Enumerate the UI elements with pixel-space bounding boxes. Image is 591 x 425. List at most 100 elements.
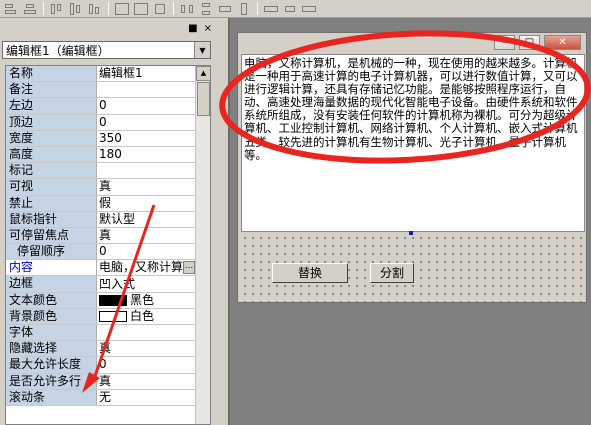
same-height-icon[interactable] [236, 2, 252, 16]
property-row[interactable]: 最大允许长度 0 [6, 357, 196, 374]
toolbar-separator [43, 2, 44, 15]
property-name: 文本颜色 [6, 292, 97, 308]
property-name: 高度 [6, 146, 97, 163]
increase-spacing-icon[interactable] [263, 2, 279, 16]
property-row[interactable]: 鼠标指针 默认型 [6, 211, 196, 228]
maximize-button[interactable]: □ [519, 35, 540, 50]
component-selector[interactable]: 编辑框1（编辑框） ▼ [2, 41, 211, 59]
pin-icon[interactable]: ■ [188, 24, 197, 34]
align-bottom-icon[interactable] [87, 2, 103, 16]
property-value[interactable]: 凹入式 [97, 276, 196, 292]
center-horizontal-icon[interactable] [114, 2, 130, 16]
split-button[interactable]: 分割 [370, 263, 414, 283]
property-name: 最大允许长度 [6, 357, 97, 373]
property-row[interactable]: 背景颜色 白色 [6, 308, 196, 325]
align-center-icon[interactable] [22, 2, 38, 16]
minimize-button[interactable]: – [494, 35, 515, 50]
property-value[interactable]: 0 [97, 98, 196, 114]
property-row[interactable]: 边框 凹入式 [6, 276, 196, 293]
property-value-text: 假 [99, 195, 112, 210]
property-row[interactable]: 宽度 350 [6, 130, 196, 147]
property-value[interactable]: 0 [97, 244, 196, 260]
property-value[interactable]: 真 [97, 227, 196, 244]
property-row[interactable]: 顶边 0 [6, 114, 196, 131]
property-grid-scrollbar[interactable]: ▲ [195, 66, 210, 424]
property-name: 是否允许多行 [6, 373, 97, 389]
property-row[interactable]: 左边 0 [6, 98, 196, 115]
property-value-text: 0 [99, 357, 107, 372]
property-name: 停留顺序 [6, 244, 97, 260]
property-value[interactable]: 180 [97, 146, 196, 163]
property-row[interactable]: 可停留焦点真 [6, 227, 196, 245]
same-width-icon[interactable] [217, 2, 233, 16]
property-value[interactable] [97, 82, 196, 98]
resize-handle[interactable] [409, 231, 413, 235]
toolbar-separator [257, 2, 258, 15]
property-value[interactable]: 真 [97, 179, 196, 195]
property-value-text: 真 [99, 341, 112, 356]
property-value[interactable]: 0 [97, 114, 196, 130]
property-value-text: 真 [99, 179, 112, 194]
panel-header: ■ × [0, 18, 216, 40]
property-value-text: 黑色 [130, 292, 155, 307]
property-name: 可视 [6, 179, 97, 195]
property-value[interactable]: 白色 [97, 308, 196, 324]
property-value[interactable]: 默认型 [97, 211, 196, 227]
toolbar-separator [173, 2, 174, 15]
property-row[interactable]: 隐藏选择真 [6, 341, 196, 358]
property-value-text: 真 [99, 373, 112, 388]
center-vertical-icon[interactable] [133, 2, 149, 16]
property-name: 名称 [6, 66, 97, 82]
property-value[interactable]: 电脑，又称计算... [97, 260, 196, 276]
property-row[interactable]: 备注 [6, 82, 196, 99]
property-row[interactable]: 字体 [6, 325, 196, 342]
form-window[interactable]: – □ ✕ 电脑，又称计算机，是机械的一种，现在使用的越来越多。计算机是一种用于… [237, 32, 587, 303]
property-value[interactable]: 编辑框1 [97, 66, 196, 82]
ellipsis-button[interactable]: ... [183, 261, 195, 275]
scroll-up-icon[interactable]: ▲ [196, 66, 210, 81]
space-vertical-icon[interactable] [198, 2, 214, 16]
property-row[interactable]: 名称 编辑框1 [6, 66, 196, 83]
property-row[interactable]: 高度 180 [6, 146, 196, 164]
property-value-text: 凹入式 [99, 276, 136, 291]
property-name: 禁止 [6, 195, 97, 211]
property-row[interactable]: 是否允许多行真 [6, 373, 196, 390]
replace-button[interactable]: 替换 [272, 263, 348, 283]
property-row[interactable]: 文本颜色 黑色 [6, 292, 196, 309]
close-button[interactable]: ✕ [544, 35, 581, 50]
property-value-text: 真 [99, 227, 112, 242]
property-panel: ■ × 编辑框1（编辑框） ▼ 名称 编辑框1 备注 左边 0 顶边 0 宽度 350 高度 180… [0, 18, 216, 425]
property-name: 可停留焦点 [6, 227, 97, 244]
property-value-text: 电脑，又称计算 [99, 260, 184, 275]
property-row[interactable]: 滚动条无 [6, 389, 196, 406]
decrease-spacing-icon[interactable] [282, 2, 298, 16]
property-value-text: 无 [99, 389, 112, 404]
property-value[interactable] [97, 325, 196, 341]
same-size-icon[interactable] [152, 2, 168, 16]
property-value-text: 白色 [130, 308, 155, 323]
property-value[interactable]: 黑色 [97, 292, 196, 308]
property-row[interactable]: 可视真 [6, 179, 196, 196]
property-row[interactable]: 停留顺序 0 [6, 244, 196, 261]
property-value[interactable]: 真 [97, 373, 196, 389]
align-top-icon[interactable] [49, 2, 65, 16]
align-middle-icon[interactable] [68, 2, 84, 16]
multiline-edit-box[interactable]: 电脑，又称计算机，是机械的一种，现在使用的越来越多。计算机是一种用于高速计算的电… [241, 54, 585, 232]
property-value[interactable]: 假 [97, 195, 196, 211]
property-row[interactable]: 标记 [6, 163, 196, 180]
chevron-down-icon[interactable]: ▼ [194, 42, 210, 58]
align-left-icon[interactable] [3, 2, 19, 16]
panel-close-icon[interactable]: × [204, 24, 212, 34]
property-value-text: 编辑框1 [99, 66, 143, 81]
space-horizontal-icon[interactable] [179, 2, 195, 16]
property-row[interactable]: 内容 电脑，又称计算... [6, 260, 196, 277]
property-value[interactable]: 350 [97, 130, 196, 146]
property-value[interactable] [97, 163, 196, 179]
property-value[interactable]: 无 [97, 389, 196, 405]
property-value[interactable]: 真 [97, 341, 196, 357]
property-name: 鼠标指针 [6, 211, 97, 227]
scroll-thumb[interactable] [197, 82, 210, 116]
property-row[interactable]: 禁止假 [6, 195, 196, 212]
property-value[interactable]: 0 [97, 357, 196, 373]
remove-spacing-icon[interactable] [301, 2, 317, 16]
